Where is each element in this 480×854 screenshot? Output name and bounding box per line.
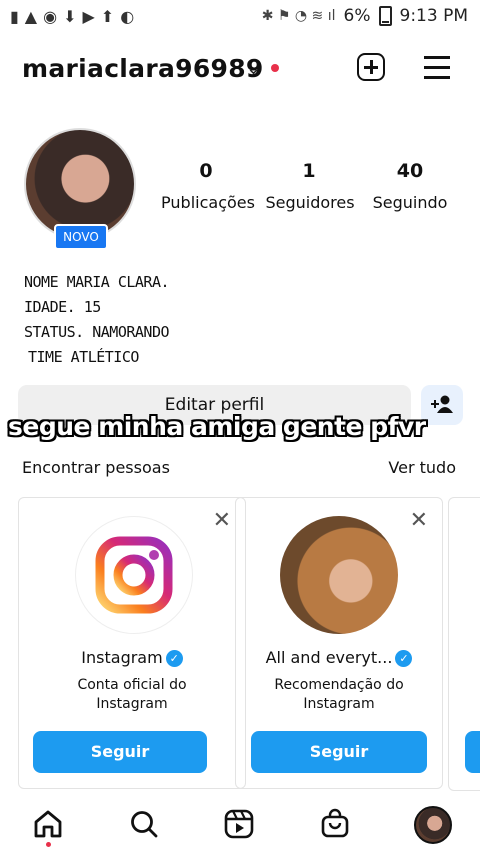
clock: 9:13 PM: [399, 6, 469, 26]
follow-button[interactable]: Seguir: [33, 731, 207, 773]
suggestion-card[interactable]: ✕ All and everyt... ✓ Recomendação do Ins…: [235, 497, 443, 789]
menu-icon[interactable]: [424, 56, 450, 80]
profile-avatar-nav[interactable]: [414, 806, 452, 844]
followers-label[interactable]: Seguidores: [262, 193, 358, 212]
followers-count[interactable]: 1: [259, 160, 359, 182]
home-icon[interactable]: [32, 808, 64, 840]
overlay-caption: segue minha amiga gente pfvr: [8, 412, 426, 441]
see-all-link[interactable]: Ver tudo: [388, 458, 456, 477]
suggestion-avatar: [280, 516, 398, 634]
suggestion-name[interactable]: Instagram ✓: [19, 648, 245, 667]
discover-title: Encontrar pessoas: [22, 458, 170, 477]
add-person-icon: [431, 395, 453, 413]
bio-line: STATUS. NAMORANDO: [24, 323, 170, 341]
verified-icon: ✓: [395, 650, 413, 667]
following-label[interactable]: Seguindo: [370, 193, 450, 212]
signal-icons: ✱ ⚑ ◔ ≋ ıl: [261, 8, 336, 24]
battery-percent: 6%: [343, 6, 371, 26]
new-badge: NOVO: [54, 224, 108, 250]
posts-count[interactable]: 0: [156, 160, 256, 182]
posts-label[interactable]: Publicações: [160, 193, 256, 212]
notification-dot: [271, 64, 279, 72]
bio-line: IDADE. 15: [24, 298, 101, 316]
status-bar: ▮▲◉⬇▶⬆◐ ✱ ⚑ ◔ ≋ ıl 6% 9:13 PM: [0, 0, 480, 34]
username[interactable]: mariaclara96989: [22, 54, 264, 83]
verified-icon: ✓: [165, 650, 183, 667]
following-count[interactable]: 40: [360, 160, 460, 182]
notification-icons: ▮▲◉⬇▶⬆◐: [10, 7, 141, 26]
create-post-icon[interactable]: [357, 53, 385, 81]
search-icon[interactable]: [128, 808, 160, 840]
suggestion-card-partial[interactable]: [448, 497, 480, 791]
follow-button-partial[interactable]: [465, 731, 480, 773]
suggestion-card[interactable]: ✕ Instagram ✓ Conta oficial do Instagram …: [18, 497, 246, 789]
discover-people-button[interactable]: [421, 385, 463, 425]
instagram-logo: [75, 516, 193, 634]
close-icon[interactable]: ✕: [213, 508, 231, 533]
reels-icon[interactable]: [223, 808, 255, 840]
status-right: ✱ ⚑ ◔ ≋ ıl 6% 9:13 PM: [262, 6, 468, 26]
suggestion-description: Conta oficial do Instagram: [77, 677, 187, 712]
shop-icon[interactable]: [319, 808, 351, 840]
close-icon[interactable]: ✕: [410, 508, 428, 533]
suggestion-description: Recomendação do Instagram: [274, 677, 404, 712]
bio: NOME MARIA CLARA. IDADE. 15 STATUS. NAMO…: [24, 270, 170, 370]
bio-line: TIME ATLÉTICO: [28, 348, 139, 366]
follow-button[interactable]: Seguir: [251, 731, 427, 773]
notification-dot: [46, 842, 51, 847]
battery-icon: [378, 6, 392, 26]
bottom-nav: [0, 800, 480, 854]
chevron-down-icon[interactable]: ⌄: [246, 58, 261, 79]
suggestion-name[interactable]: All and everyt... ✓: [236, 648, 442, 667]
bio-line: NOME MARIA CLARA.: [24, 273, 170, 291]
